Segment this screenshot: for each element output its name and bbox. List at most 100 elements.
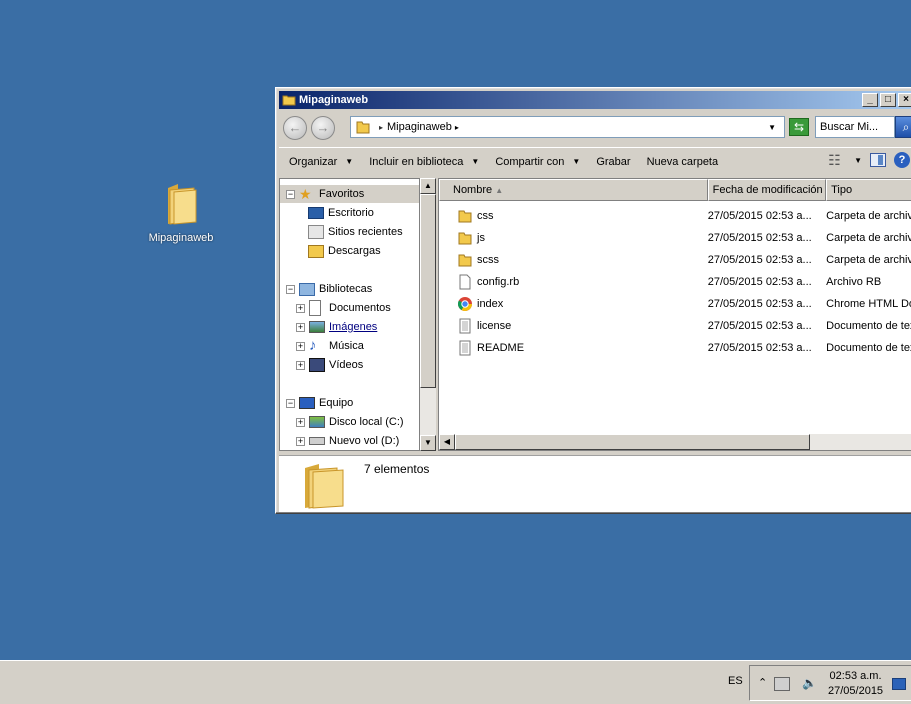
file-row-config[interactable]: config.rb 27/05/2015 02:53 a... Archivo …	[439, 271, 911, 293]
nav-music[interactable]: + ♪ Música	[296, 337, 364, 355]
address-row: ← → ▸ Mipaginaweb ▸ ▼ ⇆ Buscar Mi... ⌕	[279, 112, 911, 144]
include-library-menu[interactable]: Incluir en biblioteca ▼	[359, 156, 485, 168]
nav-desktop[interactable]: Escritorio	[308, 204, 374, 222]
nav-recent-places[interactable]: Sitios recientes	[308, 223, 403, 241]
organize-menu[interactable]: Organizar ▼	[279, 156, 359, 168]
desktop-icon	[308, 207, 324, 219]
desktop-icon-label: Mipaginaweb	[148, 232, 214, 244]
nav-scrollbar[interactable]: ▲ ▼	[420, 178, 436, 451]
breadcrumb-path[interactable]: Mipaginaweb ▸	[387, 121, 768, 133]
show-desktop-icon[interactable]	[892, 678, 906, 690]
star-icon: ★	[299, 186, 312, 202]
desktop-folder-shortcut[interactable]: Mipaginaweb	[142, 180, 220, 244]
file-row-scss[interactable]: scss 27/05/2015 02:53 a... Carpeta de ar…	[439, 249, 911, 271]
nav-label: Imágenes	[329, 321, 378, 333]
nav-images[interactable]: + Imágenes	[296, 318, 377, 336]
folder-icon	[458, 254, 472, 267]
folder-icon	[305, 464, 344, 509]
address-dropdown-icon[interactable]: ▼	[768, 123, 776, 132]
expand-icon[interactable]: +	[296, 417, 305, 427]
text-file-icon	[459, 318, 471, 334]
address-bar[interactable]: ▸ Mipaginaweb ▸ ▼	[350, 116, 785, 138]
file-date: 27/05/2015 02:53 a...	[707, 298, 812, 310]
expand-icon[interactable]: +	[296, 322, 305, 332]
file-row-js[interactable]: js 27/05/2015 02:53 a... Carpeta de arch…	[439, 227, 911, 249]
expand-icon[interactable]: +	[296, 303, 305, 313]
sort-ascending-icon: ▲	[495, 186, 504, 195]
horizontal-scrollbar[interactable]: ◀	[439, 434, 911, 450]
collapse-icon[interactable]: −	[286, 284, 295, 294]
chevron-down-icon[interactable]: ▼	[854, 156, 862, 165]
new-folder-button[interactable]: Nueva carpeta	[637, 156, 725, 168]
nav-documents[interactable]: + Documentos	[296, 299, 391, 317]
nav-drive-c[interactable]: + Disco local (C:)	[296, 413, 404, 431]
search-icon[interactable]: ⌕	[895, 116, 911, 138]
scroll-down-icon[interactable]: ▼	[420, 435, 436, 451]
scroll-left-icon[interactable]: ◀	[439, 434, 455, 450]
breadcrumb-arrow-icon[interactable]: ▸	[379, 123, 383, 132]
preview-pane-icon[interactable]	[870, 153, 886, 167]
file-row-readme[interactable]: README 27/05/2015 02:53 a... Documento d…	[439, 337, 911, 359]
file-type: Chrome HTML Document	[826, 298, 911, 310]
volume-icon[interactable]: 🔈	[802, 676, 817, 690]
scroll-thumb[interactable]	[420, 194, 436, 388]
libraries-icon	[299, 282, 315, 296]
network-icon[interactable]	[774, 677, 790, 691]
scroll-up-icon[interactable]: ▲	[420, 178, 436, 194]
title-bar[interactable]: Mipaginaweb _ □ ×	[279, 91, 911, 109]
clock-date: 27/05/2015	[828, 685, 884, 697]
language-indicator[interactable]: ES	[728, 675, 743, 687]
maximize-button[interactable]: □	[880, 93, 896, 107]
videos-icon	[309, 358, 325, 372]
column-headers: Nombre ▲ Fecha de modificación Tipo	[439, 179, 911, 201]
text-file-icon	[459, 340, 471, 356]
file-date: 27/05/2015 02:53 a...	[707, 320, 812, 332]
burn-button[interactable]: Grabar	[586, 156, 636, 168]
system-tray: ⌃ 🔈 02:53 a.m. 27/05/2015	[749, 665, 911, 701]
file-icon	[459, 274, 471, 290]
collapse-icon[interactable]: −	[286, 398, 295, 408]
collapse-icon[interactable]: −	[286, 189, 295, 199]
help-icon[interactable]: ?	[894, 152, 910, 168]
file-type: Archivo RB	[826, 276, 882, 288]
file-date: 27/05/2015 02:53 a...	[707, 342, 812, 354]
documents-icon	[309, 300, 321, 316]
minimize-button[interactable]: _	[862, 93, 878, 107]
clock[interactable]: 02:53 a.m. 27/05/2015	[828, 669, 883, 699]
scroll-thumb[interactable]	[455, 434, 810, 450]
breadcrumb-arrow-icon[interactable]: ▸	[455, 123, 459, 132]
back-button[interactable]: ←	[283, 116, 307, 140]
file-list: Nombre ▲ Fecha de modificación Tipo css …	[438, 178, 911, 451]
file-date: 27/05/2015 02:53 a...	[707, 232, 812, 244]
nav-label: Sitios recientes	[328, 226, 403, 238]
music-icon: ♪	[309, 337, 317, 354]
nav-downloads[interactable]: Descargas	[308, 242, 381, 260]
item-count: 7 elementos	[364, 462, 430, 476]
nav-libraries[interactable]: − Bibliotecas	[286, 280, 372, 298]
forward-button[interactable]: →	[311, 116, 335, 140]
expand-icon[interactable]: +	[296, 360, 305, 370]
nav-favorites[interactable]: − ★ Favoritos	[280, 185, 419, 203]
file-name: config.rb	[477, 276, 520, 288]
close-button[interactable]: ×	[898, 93, 911, 107]
chevron-down-icon: ▼	[471, 157, 480, 166]
details-pane: 7 elementos	[279, 455, 911, 512]
nav-computer[interactable]: − Equipo	[286, 394, 353, 412]
expand-icon[interactable]: +	[296, 341, 305, 351]
file-row-license[interactable]: license 27/05/2015 02:53 a... Documento …	[439, 315, 911, 337]
search-input[interactable]: Buscar Mi...	[815, 116, 895, 138]
column-name[interactable]: Nombre ▲	[439, 179, 708, 201]
nav-videos[interactable]: + Vídeos	[296, 356, 363, 374]
share-with-menu[interactable]: Compartir con ▼	[485, 156, 586, 168]
file-row-index[interactable]: index 27/05/2015 02:53 a... Chrome HTML …	[439, 293, 911, 315]
show-hidden-icons-icon[interactable]: ⌃	[758, 676, 767, 689]
column-modified[interactable]: Fecha de modificación	[707, 179, 827, 201]
column-type[interactable]: Tipo	[826, 179, 911, 201]
nav-drive-d[interactable]: + Nuevo vol (D:)	[296, 432, 399, 450]
file-row-css[interactable]: css 27/05/2015 02:53 a... Carpeta de arc…	[439, 205, 911, 227]
expand-icon[interactable]: +	[296, 436, 305, 446]
refresh-button[interactable]: ⇆	[789, 118, 809, 136]
explorer-window: Mipaginaweb _ □ × ← → ▸ Mipaginaweb ▸ ▼ …	[275, 87, 911, 514]
drive-icon	[309, 437, 325, 445]
view-options-icon[interactable]: ☷	[828, 152, 846, 168]
